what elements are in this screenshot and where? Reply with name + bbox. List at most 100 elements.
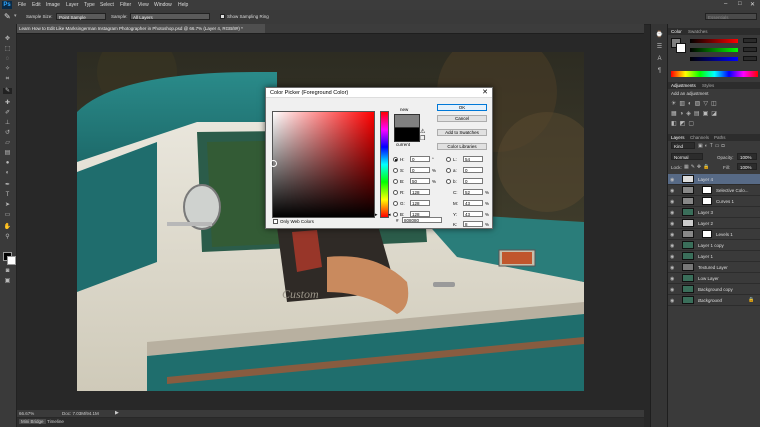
tool-preset-chevron-icon[interactable]: ▾	[14, 13, 17, 19]
lab-b-field[interactable]: 0	[463, 178, 483, 184]
visibility-eye-icon[interactable]: ◉	[670, 210, 674, 216]
tab-mini-bridge[interactable]: Mini Bridge	[19, 419, 46, 424]
color-selector-ring[interactable]	[270, 160, 277, 167]
l-field[interactable]: 54	[463, 156, 483, 162]
menu-select[interactable]: Select	[100, 2, 114, 8]
background-color-swatch[interactable]	[7, 256, 16, 265]
screen-mode-icon[interactable]: ▣	[3, 278, 12, 284]
g-field[interactable]: 128	[410, 200, 430, 206]
character-panel-icon[interactable]: A	[655, 56, 664, 62]
tab-swatches[interactable]: Swatches	[688, 29, 708, 34]
blue-value-box[interactable]	[743, 56, 757, 61]
status-arrow-icon[interactable]: ▶	[115, 410, 119, 416]
hand-tool-icon[interactable]: ✋	[3, 224, 12, 230]
tab-paths[interactable]: Paths	[714, 135, 726, 140]
eyedropper-icon[interactable]: ✎	[4, 12, 11, 21]
blue-slider[interactable]	[690, 57, 738, 61]
move-tool-icon[interactable]: ✥	[3, 36, 12, 42]
visibility-eye-icon[interactable]: ◉	[670, 177, 674, 183]
red-slider[interactable]	[690, 39, 738, 43]
menu-help[interactable]: Help	[178, 2, 188, 8]
layer-row-levels-1[interactable]: ◉ Levels 1	[668, 229, 760, 240]
layer-row-layer-1-copy[interactable]: ◉ Layer 1 copy	[668, 240, 760, 251]
crop-tool-icon[interactable]: ⌗	[3, 76, 12, 82]
zoom-tool-icon[interactable]: ⚲	[3, 234, 12, 240]
document-tab[interactable]: Learn How to Edit Like Marksingerman Ins…	[17, 24, 265, 33]
eyedropper-tool-icon[interactable]: ✎	[3, 88, 12, 94]
menu-layer[interactable]: Layer	[66, 2, 79, 8]
hue-radio[interactable]	[393, 157, 398, 162]
blue-radio[interactable]	[393, 212, 398, 217]
close-window-button[interactable]: ✕	[750, 1, 755, 8]
a-field[interactable]: 0	[463, 167, 483, 173]
s-field[interactable]: 0	[410, 167, 430, 173]
layer-row-textured-layer[interactable]: ◉ Textured Layer	[668, 262, 760, 273]
adjustment-icons-grid[interactable]: ☀▥◐▨▽◫ ▦◑◈▤▣◪ ◧◩▢	[671, 99, 758, 129]
show-sampling-ring-checkbox[interactable]	[220, 14, 225, 19]
fill-field[interactable]: 100%	[737, 163, 757, 170]
layer-row-low-layer[interactable]: ◉ Low Layer	[668, 273, 760, 284]
hue-slider-right-arrow-icon[interactable]: ◂	[388, 212, 391, 218]
sample-size-select[interactable]: Point Sample	[56, 13, 106, 20]
visibility-eye-icon[interactable]: ◉	[670, 276, 674, 282]
current-color-swatch[interactable]	[394, 127, 420, 142]
m-field[interactable]: 43	[463, 200, 483, 206]
zoom-level[interactable]: 66.67%	[19, 411, 34, 416]
visibility-eye-icon[interactable]: ◉	[670, 243, 674, 249]
tab-channels[interactable]: Channels	[690, 135, 709, 140]
h-field[interactable]: 0	[410, 156, 430, 162]
hex-field[interactable]: 808080	[402, 217, 442, 223]
menu-window[interactable]: Window	[154, 2, 172, 8]
green-value-box[interactable]	[743, 47, 757, 52]
path-select-tool-icon[interactable]: ➤	[3, 202, 12, 208]
hue-slider-left-arrow-icon[interactable]: ▸	[375, 212, 378, 218]
properties-panel-icon[interactable]: ☰	[655, 44, 664, 50]
layer-row-layer-1[interactable]: ◉ Layer 1	[668, 251, 760, 262]
visibility-eye-icon[interactable]: ◉	[670, 265, 674, 271]
red-value-box[interactable]	[743, 38, 757, 43]
tab-adjustments[interactable]: Adjustments	[671, 83, 696, 88]
clone-stamp-tool-icon[interactable]: ⊥	[3, 120, 12, 126]
c-field[interactable]: 52	[463, 189, 483, 195]
layer-kind-filter[interactable]: Kind	[671, 142, 695, 149]
sample-select[interactable]: All Layers	[130, 13, 210, 20]
history-brush-tool-icon[interactable]: ↺	[3, 130, 12, 136]
shape-tool-icon[interactable]: ▭	[3, 212, 12, 218]
brightness-radio[interactable]	[393, 179, 398, 184]
blend-mode-select[interactable]: Normal	[671, 153, 703, 160]
add-to-swatches-button[interactable]: Add to Swatches	[437, 129, 487, 136]
color-libraries-button[interactable]: Color Libraries	[437, 143, 487, 150]
healing-tool-icon[interactable]: ✚	[3, 100, 12, 106]
workspace-select[interactable]: Essentials	[705, 13, 757, 20]
visibility-eye-icon[interactable]: ◉	[670, 298, 674, 304]
maximize-button[interactable]: □	[738, 1, 742, 7]
cancel-button[interactable]: Cancel	[437, 115, 487, 122]
tab-timeline[interactable]: Timeline	[47, 419, 64, 424]
menu-filter[interactable]: Filter	[120, 2, 131, 8]
visibility-eye-icon[interactable]: ◉	[670, 221, 674, 227]
dodge-tool-icon[interactable]: ◐	[3, 170, 12, 176]
saturation-brightness-field[interactable]	[270, 111, 375, 218]
color-spectrum-bar[interactable]	[671, 71, 758, 77]
brush-tool-icon[interactable]: ✐	[3, 110, 12, 116]
only-web-colors-checkbox[interactable]	[273, 219, 278, 224]
l-radio[interactable]	[446, 157, 451, 162]
layer-row-background[interactable]: ◉ Background 🔒	[668, 295, 760, 306]
close-icon[interactable]: ✕	[482, 88, 488, 98]
opacity-field[interactable]: 100%	[737, 153, 757, 160]
marquee-tool-icon[interactable]: ⬚	[3, 46, 12, 52]
paragraph-panel-icon[interactable]: ¶	[655, 68, 664, 74]
tab-layers[interactable]: Layers	[671, 135, 685, 140]
tab-styles[interactable]: Styles	[702, 83, 714, 88]
visibility-eye-icon[interactable]: ◉	[670, 254, 674, 260]
type-tool-icon[interactable]: T	[3, 192, 12, 198]
layer-row-layer-4[interactable]: ◉ Layer 4	[668, 174, 760, 185]
red-radio[interactable]	[393, 190, 398, 195]
layer-row-selective-color[interactable]: ◉ Selective Colo...	[668, 185, 760, 196]
eraser-tool-icon[interactable]: ▱	[3, 140, 12, 146]
menu-file[interactable]: File	[18, 2, 26, 8]
lab-b-radio[interactable]	[446, 179, 451, 184]
hue-slider[interactable]	[380, 111, 389, 218]
layer-row-layer-2[interactable]: ◉ Layer 2	[668, 218, 760, 229]
saturation-radio[interactable]	[393, 168, 398, 173]
